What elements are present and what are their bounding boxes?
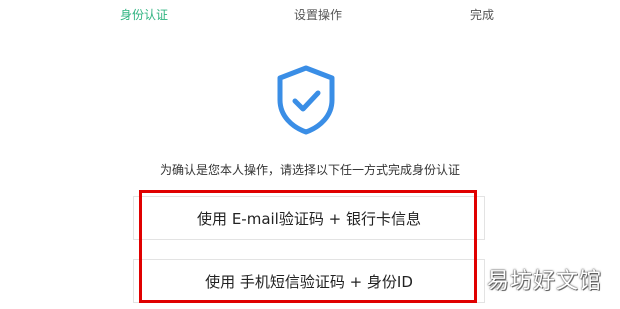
step-complete: 完成 (470, 8, 495, 22)
option-email-bankcard-button[interactable]: 使用 E-mail验证码 + 银行卡信息 (133, 196, 485, 240)
step-identity-verification: 身份认证 (120, 8, 169, 22)
step-set-operation: 设置操作 (294, 8, 343, 22)
option-sms-id-button[interactable]: 使用 手机短信验证码 + 身份ID (133, 259, 485, 303)
verification-page: 身份认证 设置操作 完成 为确认是您本人操作，请选择以下任一方式完成身份认证 使… (0, 0, 620, 309)
instruction-text: 为确认是您本人操作，请选择以下任一方式完成身份认证 (159, 163, 460, 177)
option-email-bankcard-label: 使用 E-mail验证码 + 银行卡信息 (197, 209, 421, 228)
step-progress: 身份认证 设置操作 完成 (0, 0, 620, 28)
watermark: 易坊好文馆 (486, 269, 602, 294)
shield-check-icon (277, 65, 335, 135)
option-sms-id-label: 使用 手机短信验证码 + 身份ID (205, 272, 413, 291)
